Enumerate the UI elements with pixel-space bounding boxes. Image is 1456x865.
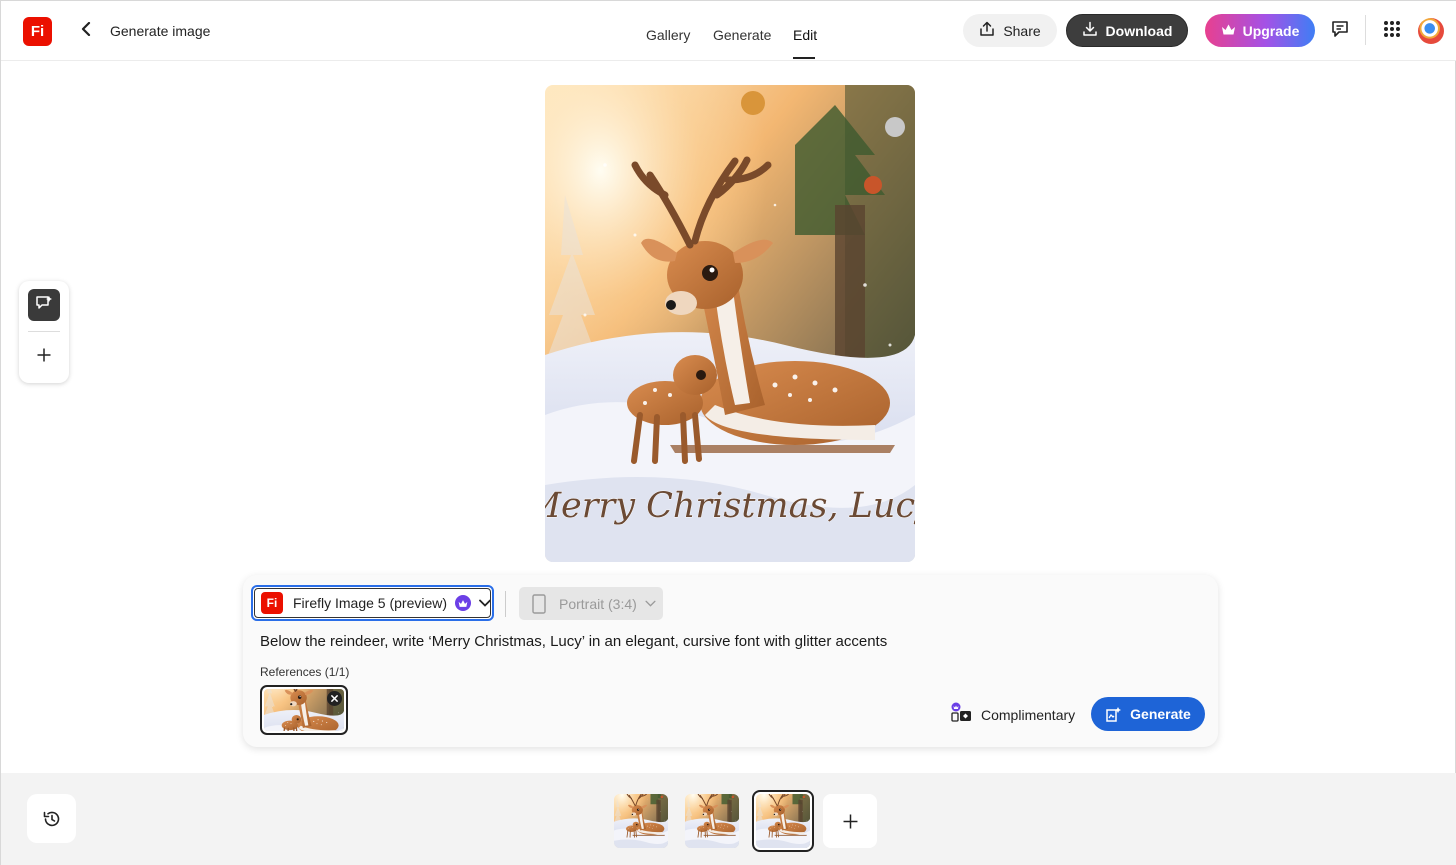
prompt-panel: Fi Firefly Image 5 (preview) Portrait (3… (243, 575, 1218, 747)
credits-icon (950, 702, 974, 724)
tab-generate[interactable]: Generate (713, 27, 771, 43)
variant-thumbnail-selected[interactable] (752, 790, 814, 852)
references-label: References (1/1) (260, 665, 350, 679)
chat-bubble-icon (1330, 19, 1350, 44)
reference-thumbnail[interactable] (260, 685, 348, 735)
share-icon (979, 21, 995, 40)
crown-icon (1221, 23, 1236, 39)
history-icon (42, 809, 62, 829)
aspect-ratio-selector[interactable]: Portrait (3:4) (519, 587, 663, 620)
plus-icon (37, 348, 51, 367)
page-title: Generate image (110, 23, 211, 39)
remove-reference-button[interactable] (327, 691, 342, 706)
chevron-left-icon (81, 21, 91, 41)
download-button[interactable]: Download (1066, 14, 1188, 47)
premium-crown-icon (455, 595, 472, 611)
active-tab-indicator (793, 57, 815, 59)
top-header: Fi Generate image Gallery Generate Edit … (1, 1, 1456, 61)
model-selector[interactable]: Fi Firefly Image 5 (preview) (251, 585, 494, 621)
aspect-ratio-label: Portrait (3:4) (559, 595, 637, 612)
chevron-down-icon (645, 600, 656, 607)
generate-icon (1105, 706, 1122, 723)
prompt-input[interactable]: Below the reindeer, write ‘Merry Christm… (260, 633, 887, 650)
variants-strip (1, 773, 1456, 865)
upgrade-label: Upgrade (1242, 22, 1300, 39)
generate-label: Generate (1130, 706, 1191, 722)
add-tool-button[interactable] (32, 345, 56, 369)
firefly-logo[interactable]: Fi (23, 17, 52, 46)
credits-label: Complimentary (981, 707, 1076, 723)
generative-edit-icon (35, 294, 53, 317)
model-label: Firefly Image 5 (preview) (293, 595, 448, 611)
chevron-down-icon (479, 599, 491, 607)
variant-thumbnail[interactable] (685, 794, 739, 848)
generate-button[interactable]: Generate (1091, 697, 1205, 731)
panel-divider (505, 591, 506, 617)
header-divider (1365, 15, 1366, 45)
toolbar-divider (28, 331, 60, 332)
plus-icon (843, 814, 858, 829)
left-toolbar (19, 281, 69, 383)
close-icon (331, 695, 338, 702)
share-label: Share (1003, 22, 1041, 39)
add-variant-button[interactable] (823, 794, 877, 848)
variant-thumbnail[interactable] (614, 794, 668, 848)
back-button[interactable] (75, 19, 97, 43)
tab-edit[interactable]: Edit (793, 27, 817, 43)
grid-icon (1383, 20, 1401, 43)
upgrade-button[interactable]: Upgrade (1205, 14, 1315, 47)
history-button[interactable] (27, 794, 76, 843)
download-label: Download (1105, 22, 1173, 39)
feedback-button[interactable] (1328, 19, 1352, 43)
firefly-model-logo: Fi (261, 592, 283, 614)
portrait-icon (532, 593, 546, 614)
generative-edit-button[interactable] (28, 289, 60, 321)
avatar[interactable] (1418, 18, 1444, 44)
tab-gallery[interactable]: Gallery (646, 27, 690, 43)
generated-image[interactable]: Merry Christmas, Lucy (545, 85, 915, 562)
download-icon (1082, 21, 1098, 40)
apps-button[interactable] (1380, 19, 1404, 43)
image-caption: Merry Christmas, Lucy (545, 486, 915, 526)
share-button[interactable]: Share (963, 14, 1057, 47)
